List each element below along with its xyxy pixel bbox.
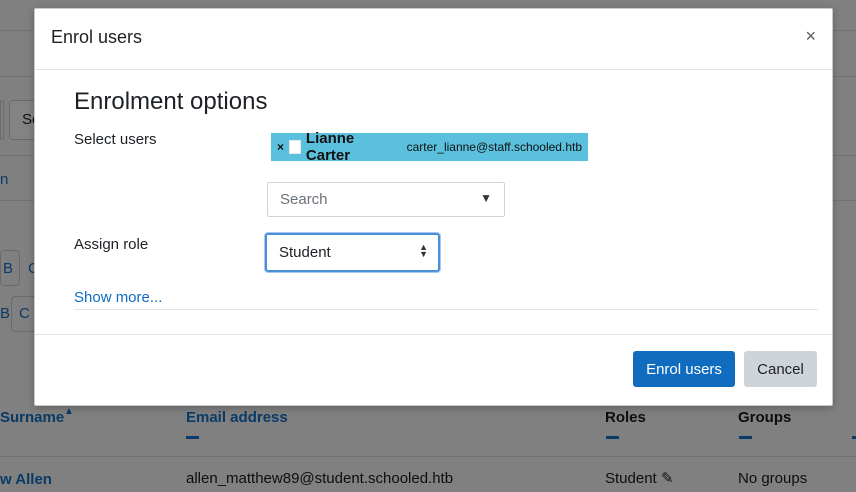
selected-user-chip: × Lianne Carter carter_lianne@staff.scho… — [271, 130, 588, 164]
sort-asc-icon: ▲ — [64, 406, 74, 417]
bg-row-role: Student — [605, 470, 657, 487]
selected-user-name: Lianne Carter — [305, 130, 355, 164]
show-more-link[interactable]: Show more... — [74, 289, 162, 306]
bg-alpha-box — [0, 250, 20, 286]
bg-col-email: Email address — [186, 409, 288, 426]
user-search-field: ▼ — [267, 182, 505, 217]
dialog-footer-divider — [35, 334, 832, 335]
bg-col-groups: Groups — [738, 409, 792, 426]
selected-user-email: carter_lianne@staff.schooled.htb — [406, 140, 582, 154]
options-divider — [74, 309, 818, 310]
assign-role-label: Assign role — [74, 236, 149, 253]
user-search-input[interactable] — [280, 191, 470, 208]
cancel-button[interactable]: Cancel — [744, 351, 817, 387]
bg-col-collapse-icon — [852, 436, 856, 439]
bg-row-name: w Allen — [0, 471, 52, 488]
dropdown-caret-icon[interactable]: ▼ — [480, 191, 492, 205]
bg-divider — [0, 456, 856, 457]
section-heading: Enrolment options — [74, 88, 268, 115]
bg-link-stub: n — [0, 171, 9, 188]
bg-col-collapse-icon — [606, 436, 619, 439]
enrol-users-button[interactable]: Enrol users — [633, 351, 735, 387]
role-select[interactable]: Student ▲ ▼ — [265, 233, 440, 272]
bg-col-collapse-icon — [186, 436, 199, 439]
enrol-users-dialog: Enrol users × Enrolment options Select u… — [34, 8, 833, 406]
remove-user-icon[interactable]: × — [277, 140, 284, 154]
bg-col-surname: Surname — [0, 409, 65, 426]
bg-alpha-b2: B — [0, 305, 11, 322]
bg-col-collapse-icon — [739, 436, 752, 439]
dialog-title: Enrol users — [51, 27, 143, 47]
bg-row-groups: No groups — [738, 470, 808, 487]
close-icon[interactable]: × — [805, 27, 816, 45]
bg-control-edge — [0, 100, 4, 140]
select-arrows-icon: ▲ ▼ — [419, 242, 428, 259]
user-picture-icon — [289, 140, 301, 154]
select-users-label: Select users — [74, 131, 157, 148]
bg-col-roles: Roles — [605, 409, 646, 426]
bg-row-email: allen_matthew89@student.schooled.htb — [186, 470, 454, 487]
role-select-value: Student — [279, 244, 331, 261]
pencil-icon: ✎ — [661, 470, 674, 487]
dialog-header: Enrol users × — [35, 9, 832, 70]
